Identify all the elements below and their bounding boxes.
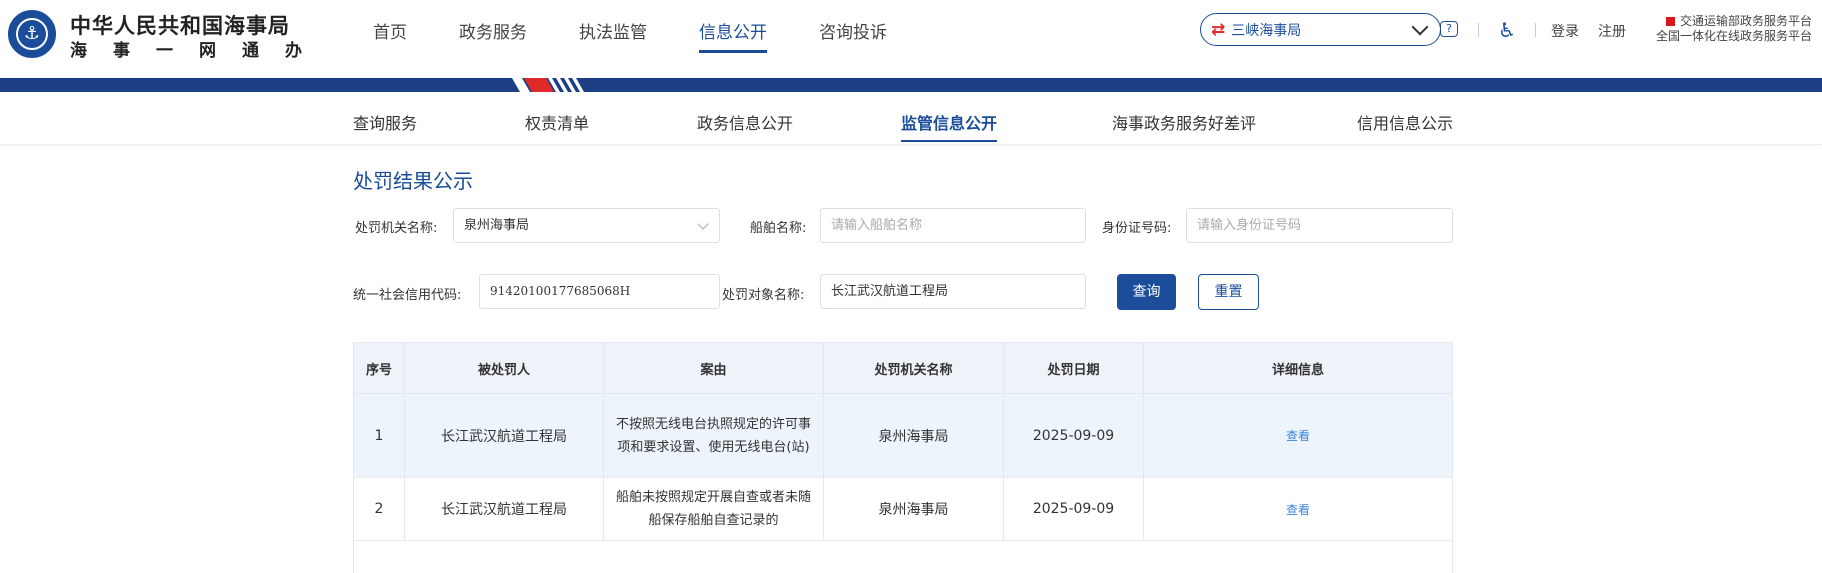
divider [1535, 23, 1536, 37]
register-link[interactable]: 注册 [1598, 21, 1626, 41]
subnav-service-evaluation[interactable]: 海事政务服务好差评 [1112, 110, 1256, 134]
query-button[interactable]: 查询 [1117, 274, 1176, 310]
page-title: 处罚结果公示 [353, 169, 473, 193]
credit-code-label: 统一社会信用代码: [353, 288, 462, 303]
credit-code-input[interactable]: 91420100177685068H [479, 274, 720, 309]
reset-button[interactable]: 重置 [1198, 274, 1259, 310]
id-label: 身份证号码: [1102, 221, 1172, 236]
divider [1478, 23, 1479, 37]
chevron-down-icon [697, 218, 709, 230]
row-details: 查看 [1144, 394, 1452, 477]
row-reason: 船舶未按照规定开展自查或者未随船保存船舶自查记录的 [604, 478, 824, 540]
header-person: 被处罚人 [405, 343, 604, 393]
swap-icon: ⇄ [1211, 19, 1226, 40]
platform-links[interactable]: 交通运输部政务服务平台 全国一体化在线政务服务平台 [1650, 14, 1812, 44]
subnav-credit-info[interactable]: 信用信息公示 [1357, 110, 1453, 134]
table-row: 1 长江武汉航道工程局 不按照无线电台执照规定的许可事项和要求设置、使用无线电台… [354, 394, 1452, 478]
table-header: 序号 被处罚人 案由 处罚机关名称 处罚日期 详细信息 [354, 343, 1452, 394]
id-number-input[interactable]: 请输入身份证号码 [1186, 208, 1453, 243]
header-date: 处罚日期 [1004, 343, 1144, 393]
nav-government-services[interactable]: 政务服务 [459, 18, 527, 49]
chevron-down-icon [1411, 18, 1429, 35]
row-index: 2 [354, 478, 405, 540]
platform-link-1[interactable]: 交通运输部政务服务平台 [1680, 14, 1812, 28]
subnav-supervision-info[interactable]: 监管信息公开 [901, 110, 998, 142]
red-square-icon [1665, 17, 1675, 26]
nav-consult-complaint[interactable]: 咨询投诉 [819, 18, 887, 49]
results-table: 序号 被处罚人 案由 处罚机关名称 处罚日期 详细信息 1 长江武汉航道工程局 … [353, 342, 1453, 573]
wheelchair-icon[interactable]: ♿ [1498, 18, 1516, 42]
row-date: 2025-09-09 [1004, 478, 1144, 540]
question-icon[interactable]: ? [1440, 21, 1458, 37]
brand-subtitle: 海事一网通办 [70, 41, 328, 61]
band-stripe-decoration [512, 78, 584, 92]
sub-navigation: 查询服务 权责清单 政务信息公开 监管信息公开 海事政务服务好差评 信用信息公示 [0, 92, 1822, 145]
table-row: 2 长江武汉航道工程局 船舶未按照规定开展自查或者未随船保存船舶自查记录的 泉州… [354, 478, 1452, 541]
nav-information-disclosure[interactable]: 信息公开 [699, 18, 767, 53]
login-link[interactable]: 登录 [1551, 21, 1579, 41]
target-name-input[interactable]: 长江武汉航道工程局 [820, 274, 1086, 309]
row-org: 泉州海事局 [824, 394, 1004, 477]
ship-label: 船舶名称: [750, 221, 807, 236]
view-link[interactable]: 查看 [1286, 427, 1310, 444]
row-index: 1 [354, 394, 405, 477]
row-person: 长江武汉航道工程局 [405, 394, 604, 477]
org-label: 处罚机关名称: [355, 221, 438, 236]
bureau-selector-value: 三峡海事局 [1231, 22, 1302, 39]
subnav-responsibility-list[interactable]: 权责清单 [525, 110, 589, 134]
row-date: 2025-09-09 [1004, 394, 1144, 477]
nav-home[interactable]: 首页 [373, 18, 407, 49]
org-select[interactable]: 泉州海事局 [453, 208, 720, 243]
header-band [0, 78, 1822, 92]
bureau-selector[interactable]: ⇄ 三峡海事局 [1200, 13, 1441, 46]
platform-link-2[interactable]: 全国一体化在线政务服务平台 [1650, 29, 1812, 44]
row-reason: 不按照无线电台执照规定的许可事项和要求设置、使用无线电台(站) [604, 394, 824, 477]
row-org: 泉州海事局 [824, 478, 1004, 540]
nav-law-enforcement[interactable]: 执法监管 [579, 18, 647, 49]
target-label: 处罚对象名称: [722, 288, 805, 303]
site-header: ⚓ 中华人民共和国海事局 海事一网通办 首页 政务服务 执法监管 信息公开 咨询… [0, 0, 1822, 78]
row-details: 查看 [1144, 478, 1452, 540]
top-navigation: 首页 政务服务 执法监管 信息公开 咨询投诉 [373, 18, 939, 53]
msa-logo-icon[interactable]: ⚓ [8, 10, 56, 58]
header-reason: 案由 [604, 343, 824, 393]
view-link[interactable]: 查看 [1286, 501, 1310, 518]
header-details: 详细信息 [1271, 362, 1324, 378]
org-select-value: 泉州海事局 [464, 218, 530, 233]
header-org: 处罚机关名称 [824, 343, 1004, 393]
subnav-government-info[interactable]: 政务信息公开 [697, 110, 793, 134]
subnav-query-service[interactable]: 查询服务 [353, 110, 417, 134]
header-index: 序号 [354, 343, 405, 393]
row-person: 长江武汉航道工程局 [405, 478, 604, 540]
ship-name-input[interactable]: 请输入船舶名称 [820, 208, 1086, 243]
